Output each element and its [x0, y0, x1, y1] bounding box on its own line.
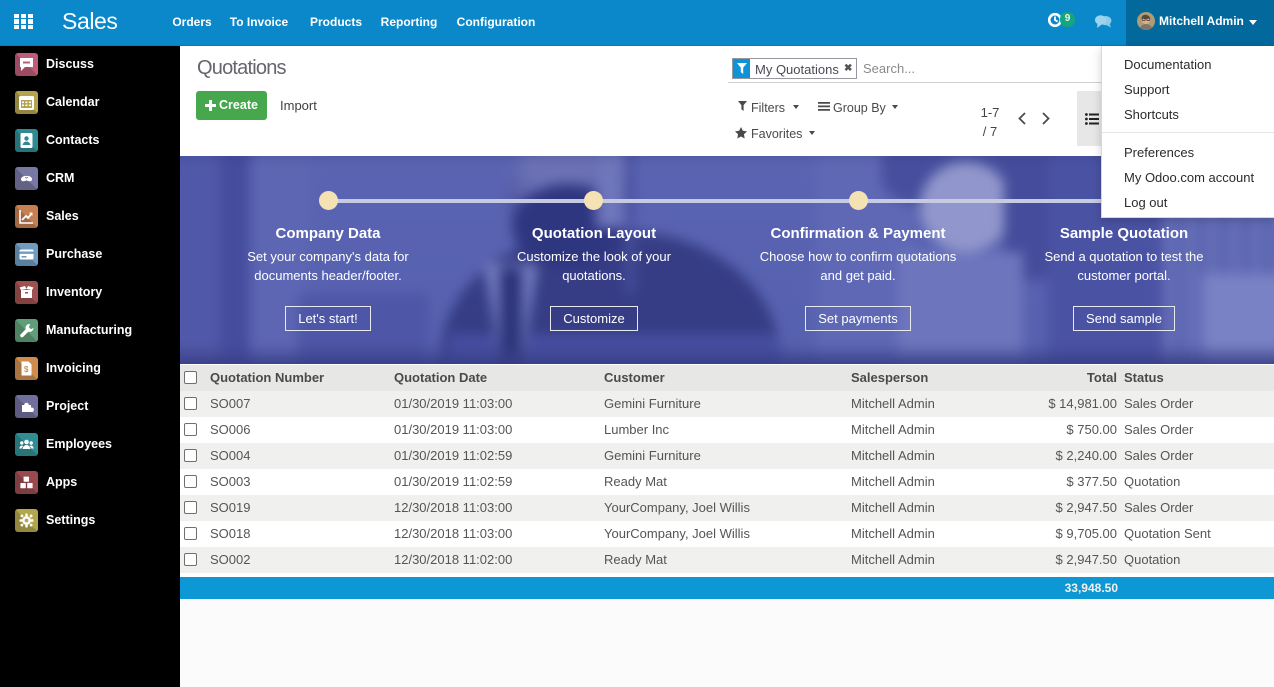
svg-text:$: $ [24, 365, 29, 374]
